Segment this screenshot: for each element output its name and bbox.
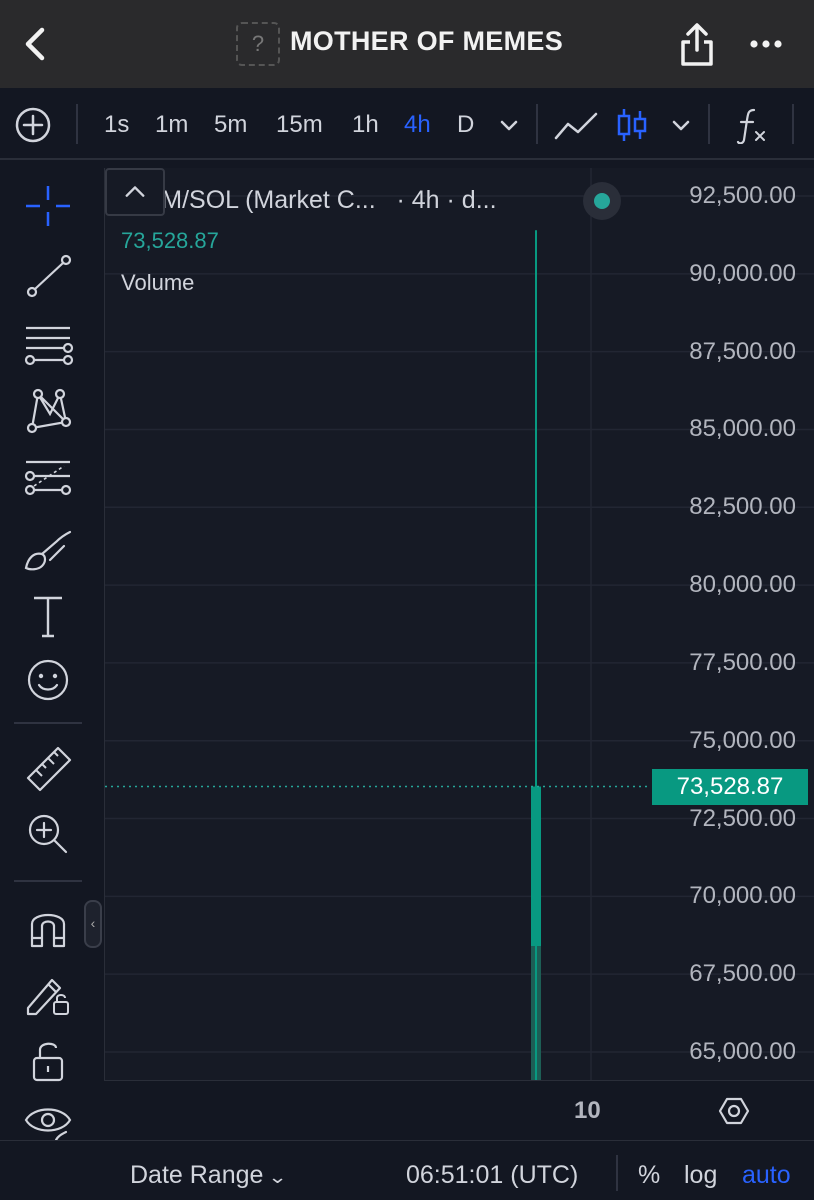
toolbar-separator — [792, 104, 794, 144]
interval-d[interactable]: D — [457, 110, 474, 140]
indicators-icon[interactable] — [734, 106, 768, 144]
add-icon[interactable] — [14, 106, 52, 144]
pattern-icon[interactable] — [20, 384, 76, 436]
price-axis-tick: 65,000.00 — [689, 1037, 796, 1065]
emoji-icon[interactable] — [20, 654, 76, 706]
magnet-icon[interactable] — [20, 902, 76, 954]
bottom-bar: Date Range ⌄ 06:51:01 (UTC) % log auto — [0, 1140, 814, 1200]
horizontal-lines-icon[interactable] — [20, 320, 76, 372]
zoom-in-icon[interactable] — [20, 808, 76, 860]
percent-scale-button[interactable]: % — [638, 1161, 660, 1190]
date-range-label: Date Range — [130, 1161, 264, 1189]
brush-icon[interactable] — [20, 524, 76, 576]
chevron-down-icon[interactable] — [496, 106, 522, 144]
interval-1s[interactable]: 1s — [104, 110, 129, 140]
crosshair-icon[interactable] — [20, 180, 76, 232]
time-axis[interactable]: 10 — [104, 1080, 814, 1140]
interval-1h[interactable]: 1h — [352, 110, 379, 140]
interval-15m[interactable]: 15m — [276, 110, 323, 140]
fib-retracement-icon[interactable] — [20, 452, 76, 504]
legend-last-price: 73,528.87 — [121, 228, 219, 253]
back-icon[interactable] — [14, 22, 58, 66]
price-axis-tick: 72,500.00 — [689, 804, 796, 832]
chart-canvas — [105, 168, 814, 1080]
chevron-down-icon[interactable] — [668, 106, 694, 144]
text-icon[interactable] — [20, 590, 76, 642]
price-axis-tick: 82,500.00 — [689, 493, 796, 521]
more-options-icon[interactable] — [744, 26, 788, 62]
token-logo-placeholder: ? — [236, 22, 280, 66]
toolbar-separator — [536, 104, 538, 144]
last-price-label: 73,528.87 — [652, 768, 808, 805]
bottom-separator — [616, 1155, 618, 1191]
ruler-icon[interactable] — [20, 742, 76, 794]
price-axis-tick: 70,000.00 — [689, 882, 796, 910]
utc-clock[interactable]: 06:51:01 (UTC) — [406, 1161, 578, 1190]
tools-separator — [14, 722, 82, 724]
legend-volume-label[interactable]: Volume — [121, 270, 194, 296]
candle-body — [531, 786, 541, 947]
chart-legend-symbol[interactable]: MOM/SOL (Market C... · 4h · d... — [121, 186, 497, 215]
settings-icon[interactable] — [718, 1095, 750, 1127]
interval-1m[interactable]: 1m — [155, 110, 188, 140]
page-title: MOTHER OF MEMES — [290, 26, 563, 56]
line-chart-icon[interactable] — [552, 106, 600, 144]
legend-meta: · 4h · d... — [396, 186, 497, 214]
chevron-up-icon[interactable] — [105, 168, 165, 216]
price-axis-tick: 77,500.00 — [689, 648, 796, 676]
chart-toolbar: 1s 1m 5m 15m 1h 4h D — [0, 88, 814, 160]
candles-icon[interactable] — [614, 106, 650, 144]
time-axis-tick: 10 — [574, 1097, 601, 1124]
interval-5m[interactable]: 5m — [214, 110, 247, 140]
auto-scale-button[interactable]: auto — [742, 1161, 791, 1190]
lock-drawings-icon[interactable] — [20, 968, 76, 1020]
log-scale-button[interactable]: log — [684, 1161, 717, 1190]
price-axis-tick: 67,500.00 — [689, 960, 796, 988]
price-axis-tick: 90,000.00 — [689, 259, 796, 287]
price-axis-tick: 92,500.00 — [689, 182, 796, 209]
price-axis-tick: 75,000.00 — [689, 726, 796, 754]
tools-separator — [14, 880, 82, 882]
toolbar-separator — [708, 104, 710, 144]
live-status-indicator — [583, 182, 621, 220]
lock-icon[interactable] — [20, 1034, 76, 1086]
interval-4h[interactable]: 4h — [404, 110, 431, 140]
drawing-tools-panel — [0, 162, 96, 1200]
top-nav-bar: ? MOTHER OF MEMES — [0, 0, 814, 88]
price-axis-tick: 80,000.00 — [689, 571, 796, 599]
toolbar-separator — [76, 104, 78, 144]
collapse-panel-handle[interactable]: ‹ — [84, 900, 102, 948]
price-axis-tick: 85,000.00 — [689, 415, 796, 443]
price-chart[interactable]: MOM/SOL (Market C... · 4h · d... 73,528.… — [104, 168, 814, 1080]
date-range-button[interactable]: Date Range ⌄ — [130, 1161, 288, 1190]
share-icon[interactable] — [674, 20, 720, 68]
trend-line-icon[interactable] — [20, 250, 76, 302]
chevron-down-icon: ⌄ — [268, 1167, 288, 1187]
price-axis-tick: 87,500.00 — [689, 337, 796, 365]
